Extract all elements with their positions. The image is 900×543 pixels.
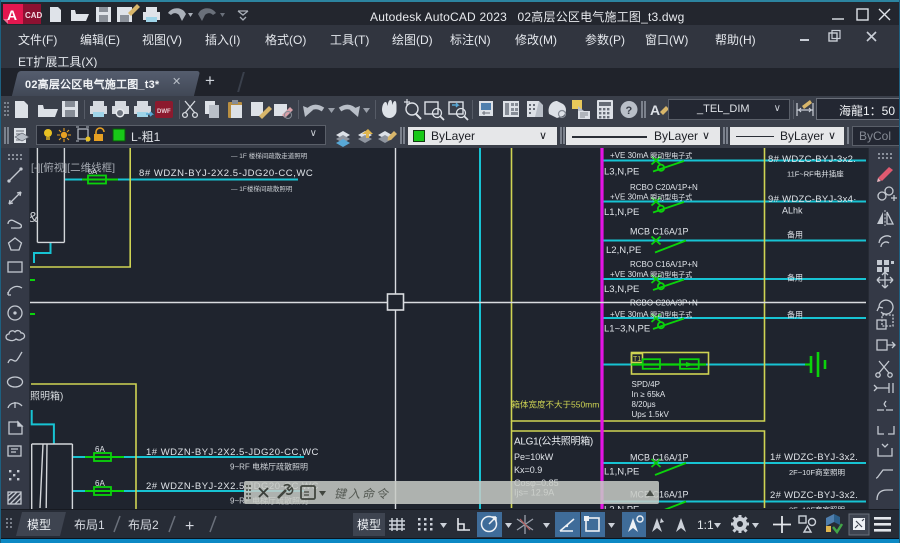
svg-text:1:1: 1:1	[697, 518, 714, 532]
svg-text:A: A	[7, 7, 17, 23]
svg-text:RCBO C20A/1P+N: RCBO C20A/1P+N	[630, 183, 698, 192]
svg-text:Kx=0.9: Kx=0.9	[514, 465, 542, 475]
svg-text:+VE 30mA 瞬动型电子式: +VE 30mA 瞬动型电子式	[610, 151, 692, 160]
svg-text:ALG1(公共照明箱): ALG1(公共照明箱)	[514, 435, 593, 448]
svg-text:DWF: DWF	[157, 109, 171, 115]
svg-text:8# WDZC-BYJ-3x2.: 8# WDZC-BYJ-3x2.	[768, 154, 856, 165]
svg-text:2# WDZC-BYJ-3x2.: 2# WDZC-BYJ-3x2.	[770, 490, 858, 501]
svg-text:8/20μs: 8/20μs	[632, 400, 656, 409]
svg-text:CAD: CAD	[25, 11, 43, 20]
svg-text:L1,N,PE: L1,N,PE	[604, 207, 639, 218]
svg-text:6A: 6A	[95, 479, 105, 488]
svg-text:RCBO C16A/1P+N: RCBO C16A/1P+N	[630, 260, 698, 269]
svg-text:布局2: 布局2	[128, 518, 159, 532]
svg-text:A: A	[650, 102, 660, 118]
svg-text:8# WDZN-BYJ-2X2.5-JDG20-CC,WC: 8# WDZN-BYJ-2X2.5-JDG20-CC,WC	[139, 168, 313, 179]
svg-text:9~RF 电梯厅疏散照明: 9~RF 电梯厅疏散照明	[230, 462, 308, 472]
svg-text:照明箱): 照明箱)	[30, 390, 63, 403]
svg-text:T1: T1	[633, 356, 641, 363]
svg-text:L3,N,PE: L3,N,PE	[604, 167, 639, 178]
svg-text:ALhk: ALhk	[782, 206, 803, 216]
svg-text:模型: 模型	[357, 518, 381, 532]
svg-text:1# WDZN-BYJ-2X2.5-JDG20-CC,WC: 1# WDZN-BYJ-2X2.5-JDG20-CC,WC	[146, 447, 319, 458]
svg-text:MCB C16A/1P: MCB C16A/1P	[630, 227, 689, 237]
svg-text:箱体宽度不大于550mm: 箱体宽度不大于550mm	[512, 400, 600, 410]
svg-text:+: +	[185, 518, 194, 535]
svg-text:备用: 备用	[787, 230, 803, 240]
svg-text:Up≤ 1.5kV: Up≤ 1.5kV	[632, 410, 670, 419]
svg-text:— 1F楼梯间疏散照明: — 1F楼梯间疏散照明	[231, 184, 293, 193]
svg-text:6A: 6A	[95, 445, 105, 454]
svg-text:L1~3,N,PE: L1~3,N,PE	[604, 324, 650, 335]
svg-text:+VE 30mA 瞬动型电子式: +VE 30mA 瞬动型电子式	[610, 310, 692, 319]
svg-text:— 1F 楼梯间疏散走道照明: — 1F 楼梯间疏散走道照明	[231, 151, 308, 160]
svg-text:MCB C16A/1P: MCB C16A/1P	[630, 453, 689, 463]
svg-text:Pe=10kW: Pe=10kW	[514, 452, 554, 462]
svg-text:布局1: 布局1	[74, 518, 105, 532]
svg-text:+VE 30mA 瞬动型电子式: +VE 30mA 瞬动型电子式	[610, 193, 692, 202]
svg-text:6A: 6A	[88, 167, 97, 176]
svg-text:?: ?	[626, 105, 633, 117]
svg-text:L3,N,PE: L3,N,PE	[604, 284, 639, 295]
svg-text:11F~RF电井插座: 11F~RF电井插座	[787, 169, 844, 179]
svg-text:RCBO C20A/3P+N: RCBO C20A/3P+N	[630, 299, 698, 308]
svg-text:L1,N,PE: L1,N,PE	[604, 467, 639, 478]
svg-text:9# WDZC-BYJ-3x4·: 9# WDZC-BYJ-3x4·	[768, 194, 857, 205]
svg-text:In ≥ 65kA: In ≥ 65kA	[632, 390, 666, 399]
svg-text:备用: 备用	[787, 310, 803, 320]
svg-text:备用: 备用	[787, 273, 803, 283]
svg-text:[-][俯视][二维线框]: [-][俯视][二维线框]	[31, 161, 115, 174]
svg-text:L2,N,PE: L2,N,PE	[606, 245, 641, 256]
svg-text:模型: 模型	[27, 518, 51, 532]
svg-text:+VE 30mA 瞬动型电子式: +VE 30mA 瞬动型电子式	[610, 270, 692, 279]
svg-text:2F~10F商室照明: 2F~10F商室照明	[789, 467, 845, 477]
svg-text:1# WDZC-BYJ-3x2.: 1# WDZC-BYJ-3x2.	[770, 452, 858, 463]
svg-text:SPD/4P: SPD/4P	[632, 380, 660, 389]
